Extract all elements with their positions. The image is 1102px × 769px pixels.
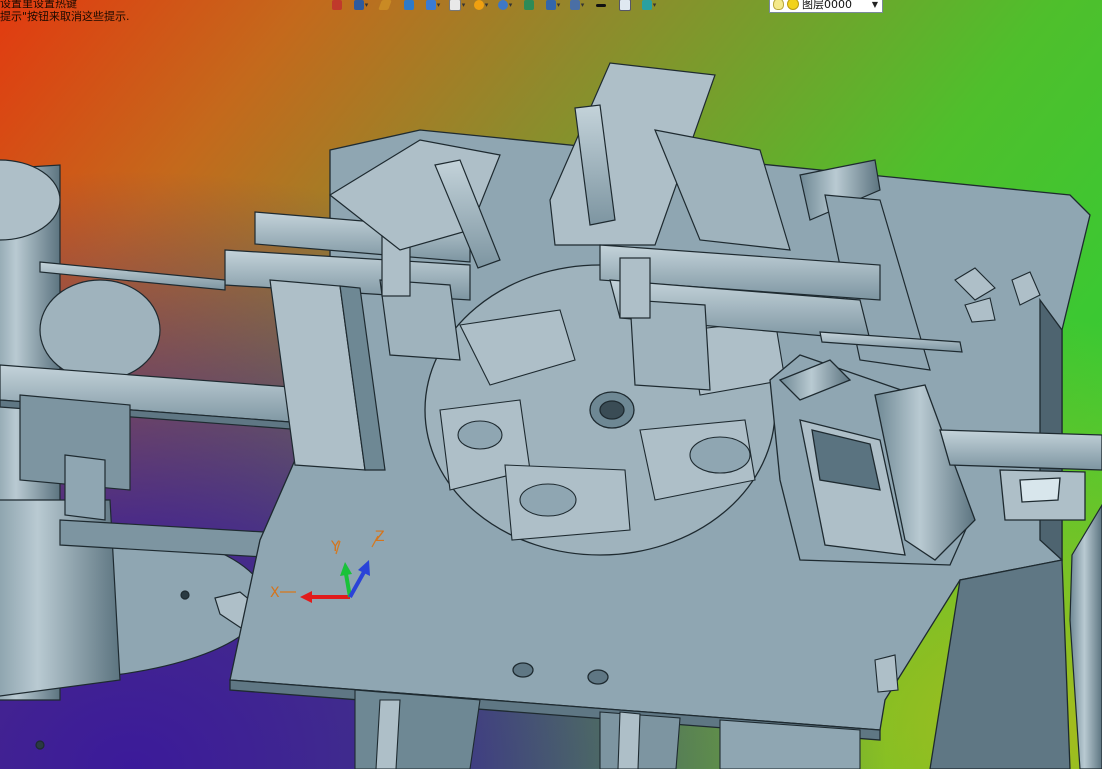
axis-label-z: Z [375, 529, 385, 545]
axis-label-y: Y [330, 539, 340, 555]
vibratory-bowl-right [1069, 503, 1102, 769]
axis-label-x: X [270, 585, 280, 601]
cad-viewport[interactable]: X Y Z [0, 0, 1102, 769]
